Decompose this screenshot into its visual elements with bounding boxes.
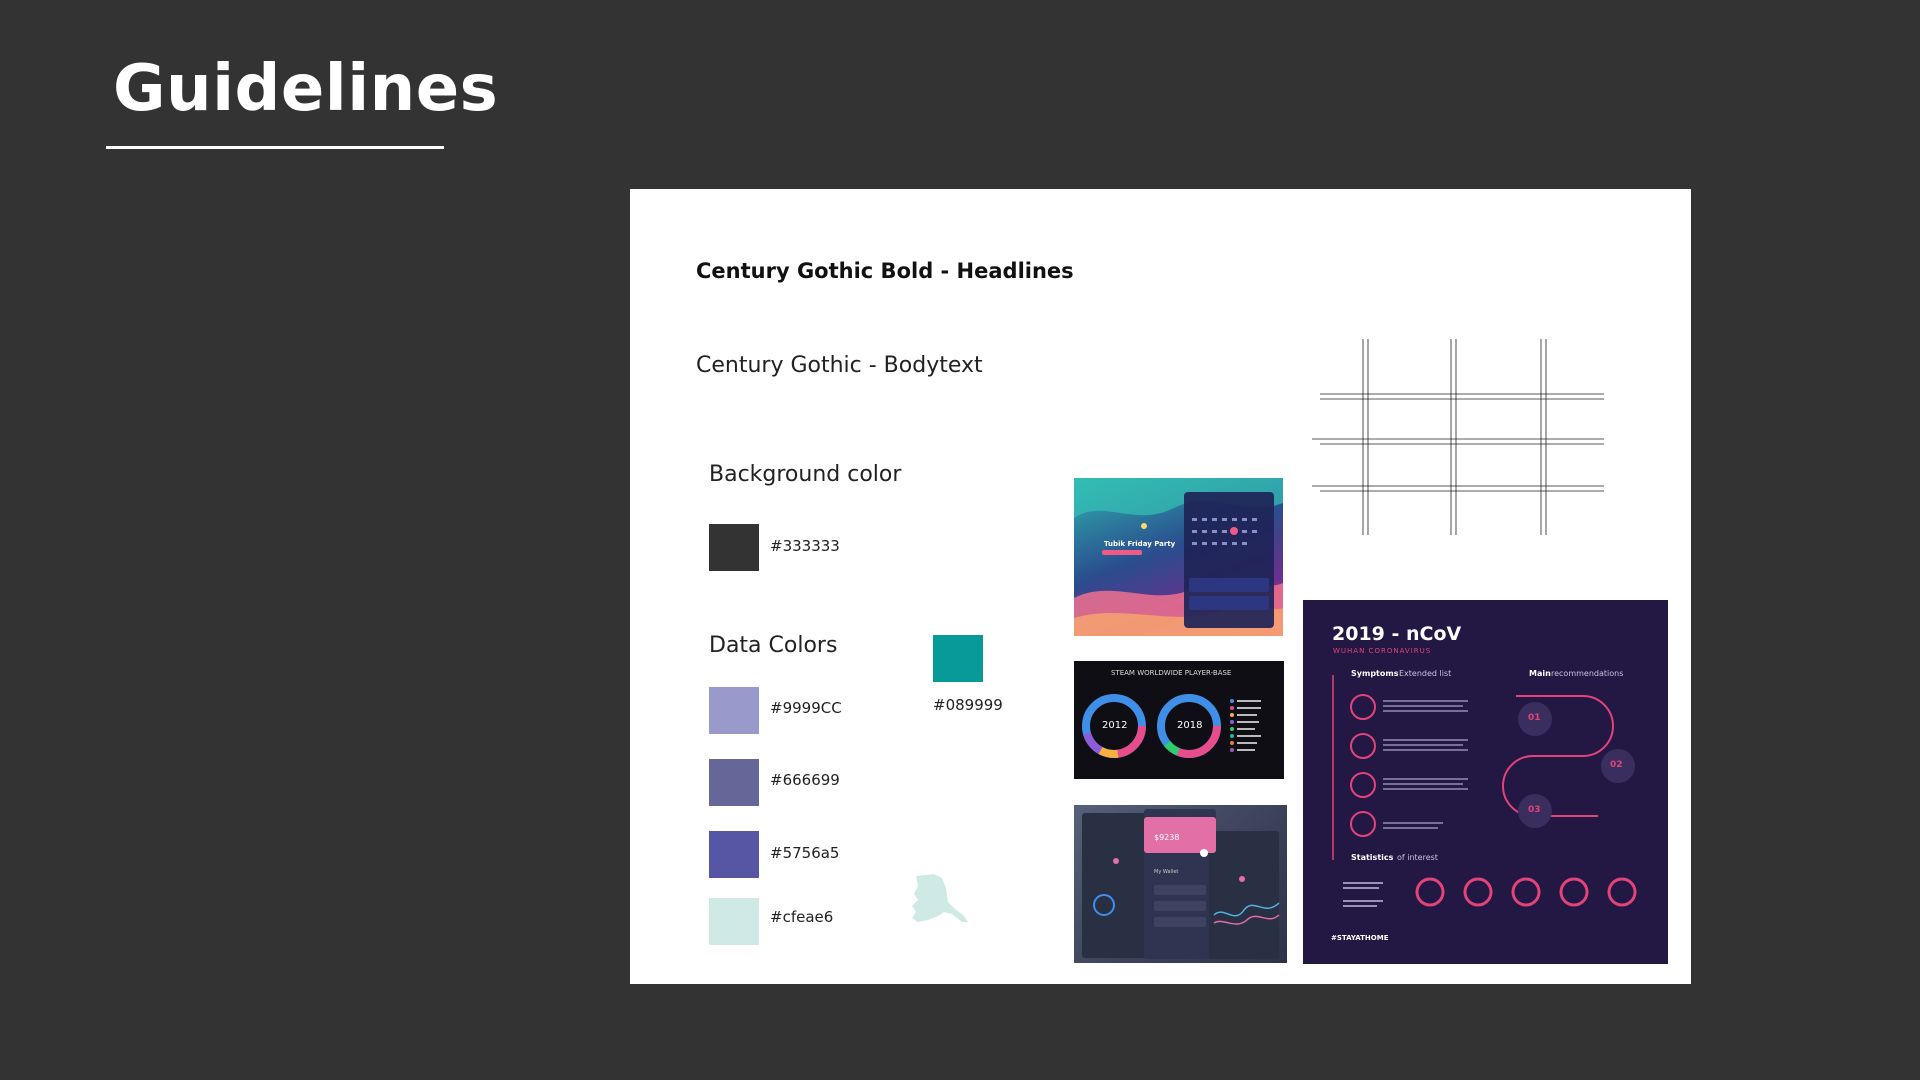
alaska-map-icon bbox=[912, 874, 968, 922]
accent-color-hex: #089999 bbox=[933, 696, 1003, 714]
data-color-hex-1: #9999CC bbox=[770, 699, 842, 717]
steam-playerbase-thumbnail: STEAM WORLDWIDE PLAYER-BASE 2012 2018 bbox=[1074, 661, 1284, 779]
data-color-swatch-2 bbox=[709, 759, 759, 806]
title-underline bbox=[106, 146, 444, 149]
calendar-thumbnail-heading: Tubik Friday Party bbox=[1104, 540, 1176, 548]
ncov-step-1: 01 bbox=[1528, 713, 1541, 723]
data-color-swatch-4 bbox=[709, 898, 759, 945]
wallet-dashboard-thumbnail: $9238 My Wallet bbox=[1074, 805, 1287, 963]
guidelines-sheet: Century Gothic Bold - Headlines Century … bbox=[630, 189, 1691, 984]
headline-font-sample: Century Gothic Bold - Headlines bbox=[696, 259, 1074, 283]
data-colors-label: Data Colors bbox=[709, 633, 838, 658]
ncov-step-2: 02 bbox=[1610, 760, 1623, 770]
ncov-step-3: 03 bbox=[1528, 805, 1541, 815]
layout-grid-wireframe bbox=[1312, 339, 1604, 535]
wallet-thumbnail-label: My Wallet bbox=[1154, 869, 1179, 875]
data-color-hex-3: #5756a5 bbox=[770, 844, 840, 862]
calendar-app-thumbnail: Tubik Friday Party bbox=[1074, 478, 1283, 636]
ncov-stats-suffix: of interest bbox=[1397, 853, 1438, 862]
steam-year-right: 2018 bbox=[1177, 720, 1203, 731]
wallet-thumbnail-amount: $9238 bbox=[1154, 833, 1180, 842]
background-color-label: Background color bbox=[709, 462, 902, 487]
data-color-swatch-3 bbox=[709, 831, 759, 878]
steam-year-left: 2012 bbox=[1102, 720, 1128, 731]
ncov-hashtag: #STAYATHOME bbox=[1331, 934, 1389, 942]
background-swatch bbox=[709, 524, 759, 571]
data-color-hex-2: #666699 bbox=[770, 771, 840, 789]
background-hex: #333333 bbox=[770, 537, 840, 555]
data-color-swatch-1 bbox=[709, 687, 759, 734]
data-color-hex-4: #cfeae6 bbox=[770, 908, 834, 926]
bodytext-font-sample: Century Gothic - Bodytext bbox=[696, 353, 983, 378]
page-title: Guidelines bbox=[113, 52, 499, 126]
accent-color-swatch bbox=[933, 635, 983, 682]
ncov-stats-label: Statistics bbox=[1351, 853, 1394, 862]
ncov-infographic-thumbnail: 2019 - nCoV WUHAN CORONAVIRUS Symptoms E… bbox=[1303, 600, 1668, 964]
